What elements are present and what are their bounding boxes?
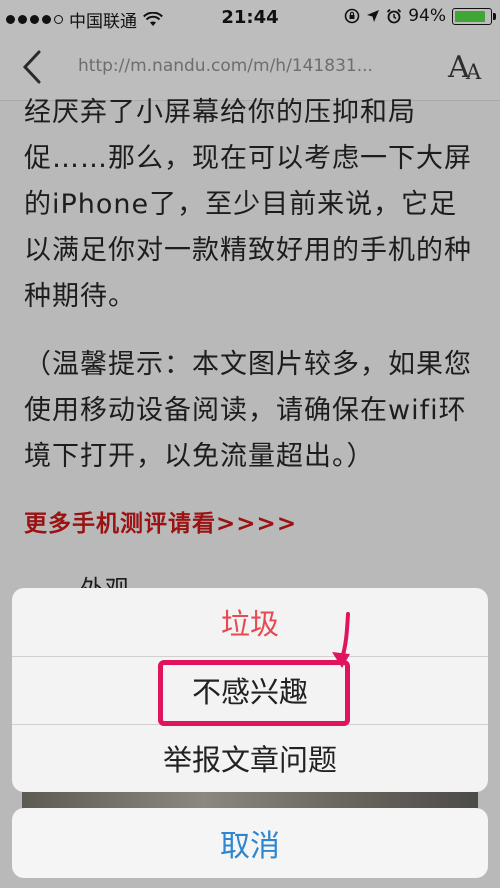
alarm-icon xyxy=(387,8,402,24)
chevron-left-icon xyxy=(22,50,41,84)
battery-percent: 94% xyxy=(408,6,446,26)
status-bar: 中国联通 21:44 94% xyxy=(0,0,500,34)
url-field[interactable]: http://m.nandu.com/m/h/141831... xyxy=(78,56,418,76)
cancel-button[interactable]: 取消 xyxy=(12,808,488,878)
rotation-lock-icon xyxy=(344,8,360,24)
back-button[interactable] xyxy=(14,47,50,87)
arrow-annotation-icon xyxy=(332,612,350,668)
location-icon xyxy=(367,10,380,22)
battery-icon xyxy=(452,7,496,25)
font-size-button[interactable]: A A xyxy=(446,50,486,86)
trash-option[interactable]: 垃圾 xyxy=(12,588,488,656)
report-issue-option[interactable]: 举报文章问题 xyxy=(12,724,488,792)
article-paragraph: 经厌弃了小屏幕给你的压抑和局促……那么，现在可以考虑一下大屏的iPhone了，至… xyxy=(24,97,472,312)
more-reviews-link[interactable]: 更多手机测评请看>>>> xyxy=(24,504,480,544)
battery-fill xyxy=(455,10,486,22)
status-right: 94% xyxy=(344,6,496,26)
article-content: 经厌弃了小屏幕给你的压抑和局促……那么，现在可以考虑一下大屏的iPhone了，至… xyxy=(24,97,480,612)
article-paragraph: （温馨提示：本文图片较多，如果您使用移动设备阅读，请确保在wifi环境下打开，以… xyxy=(24,349,472,472)
